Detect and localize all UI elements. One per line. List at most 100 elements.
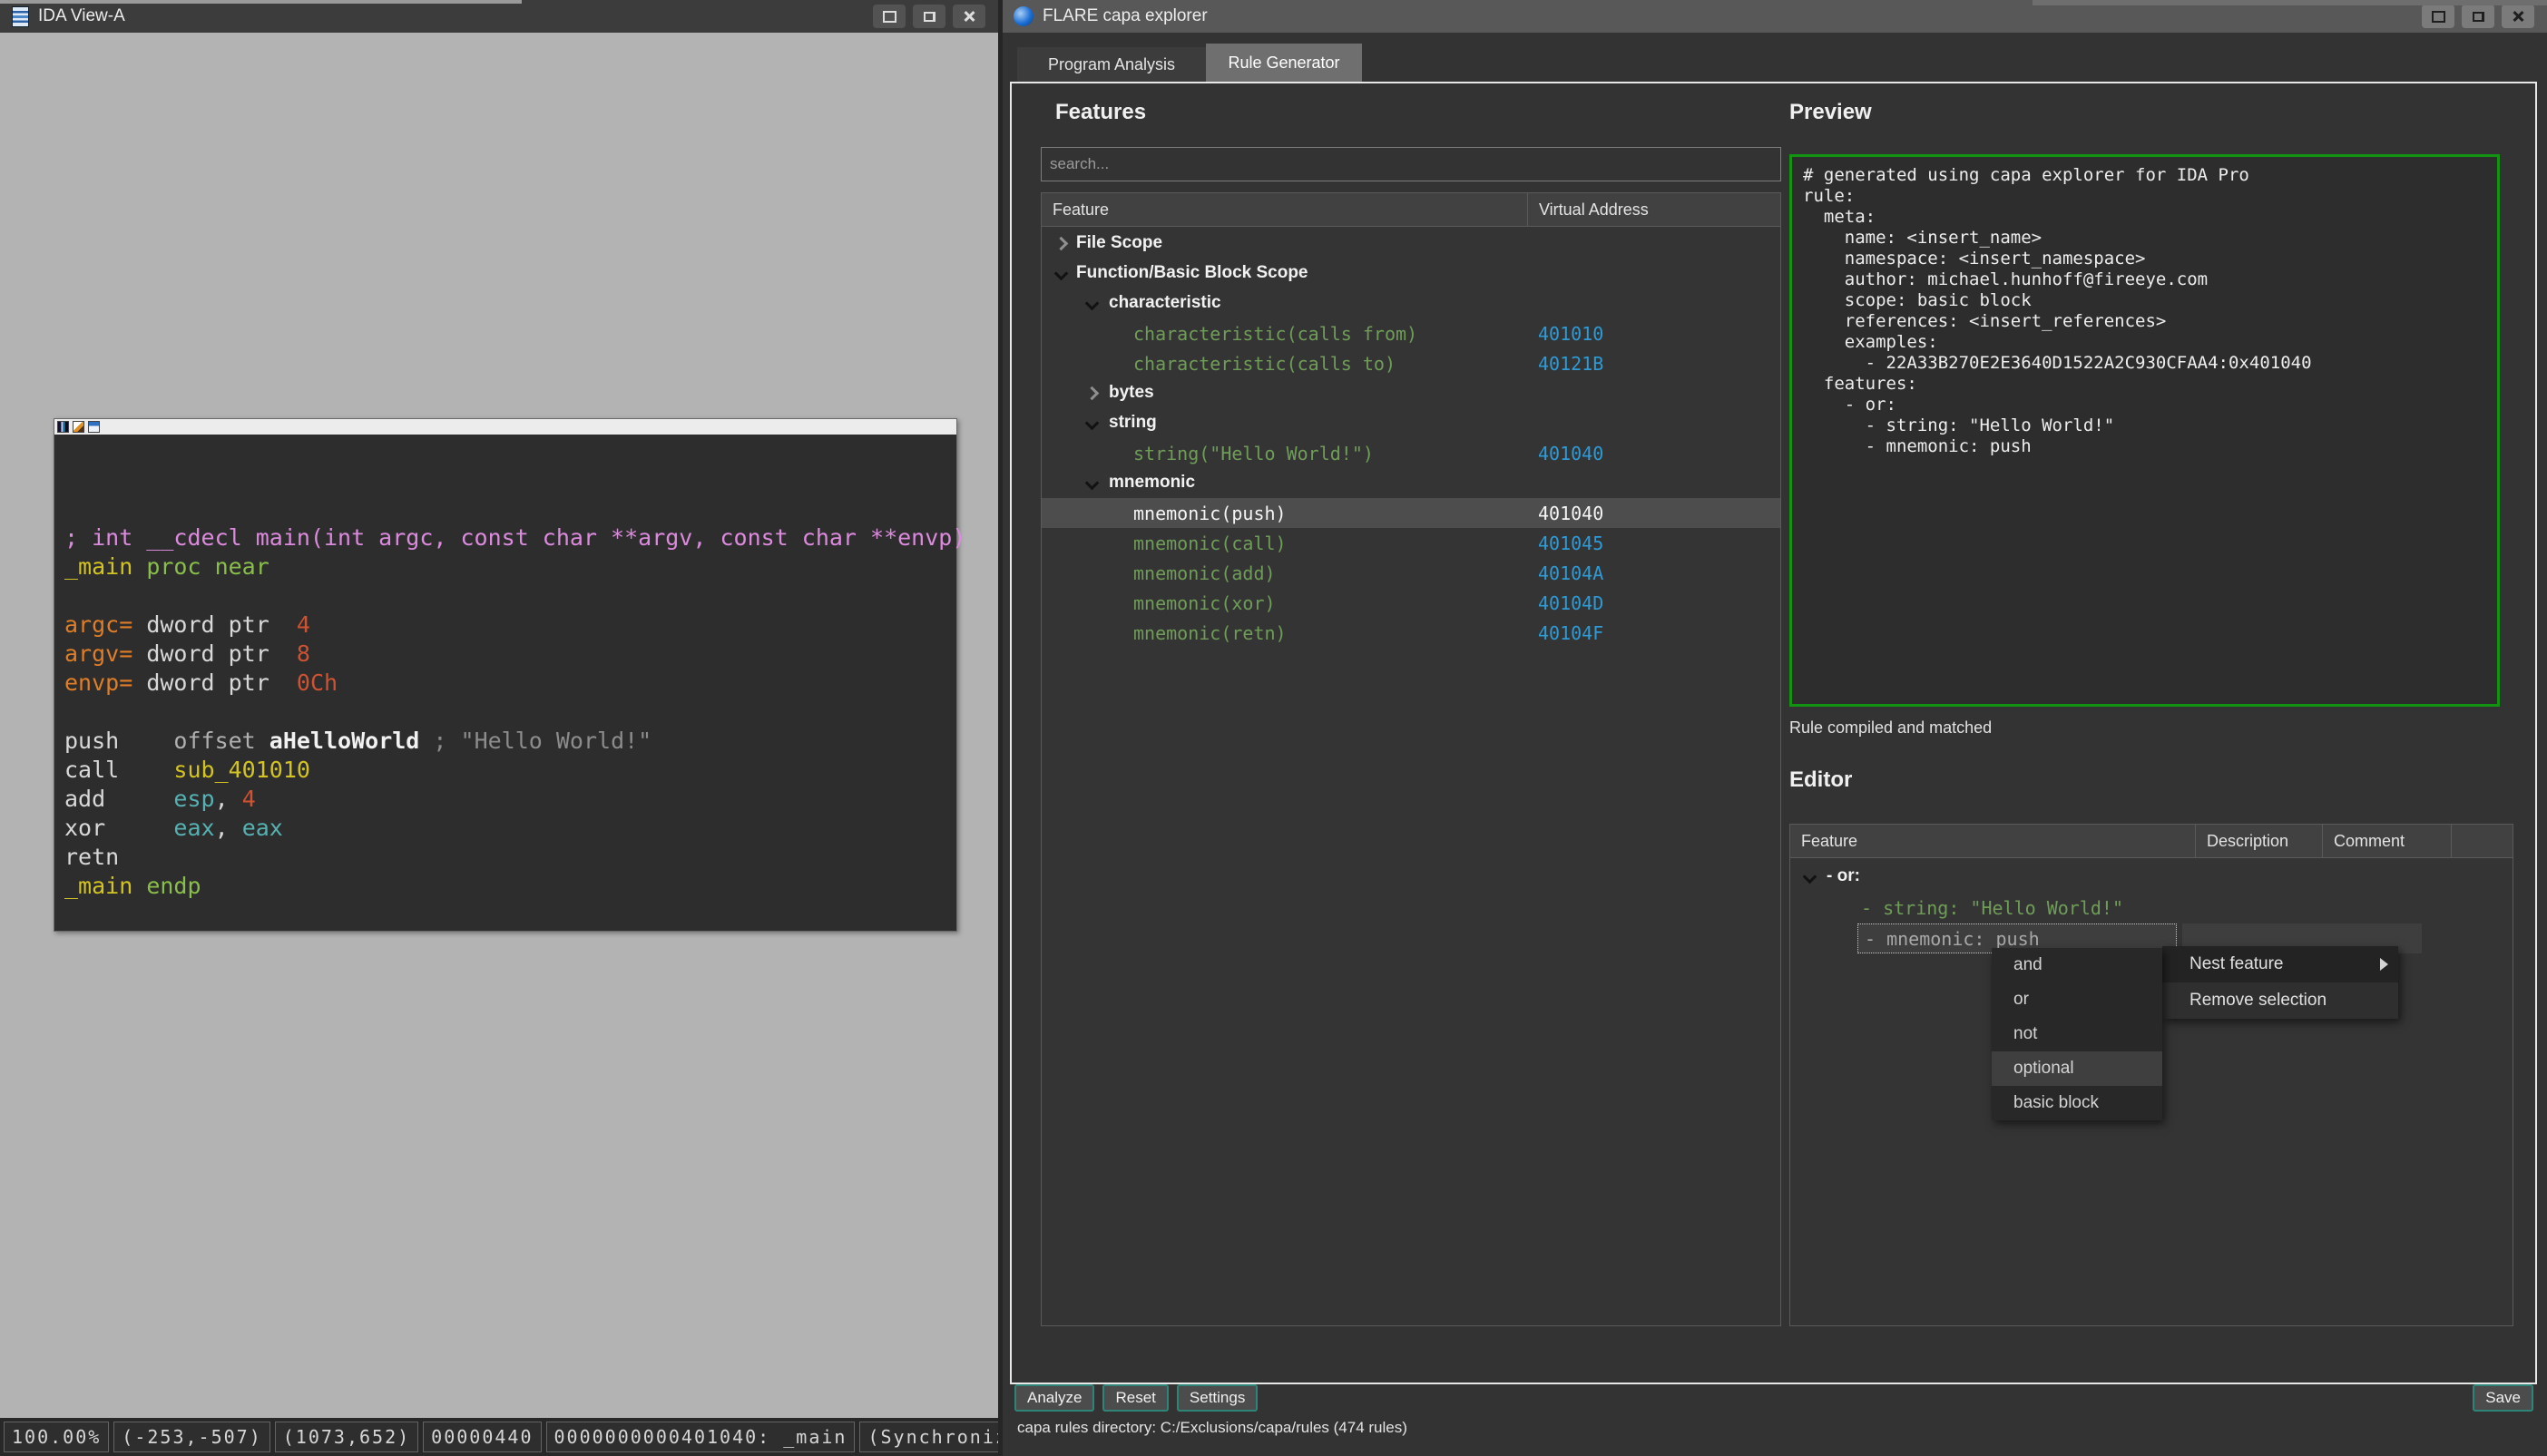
code-token: argc= xyxy=(64,611,132,638)
code-line[interactable]: envp= dword ptr 0Ch xyxy=(64,669,956,698)
feature-row-characteristic[interactable]: characteristic xyxy=(1042,288,1780,318)
save-button[interactable]: Save xyxy=(2473,1384,2533,1412)
column-header-feature[interactable]: Feature xyxy=(1042,193,1527,226)
editor-label: - mnemonic: push xyxy=(1865,928,2040,950)
menu-item-not[interactable]: not xyxy=(1992,1017,2162,1051)
analyze-button[interactable]: Analyze xyxy=(1014,1384,1094,1412)
feature-row-mnemonic-add[interactable]: mnemonic(add)40104A xyxy=(1042,558,1780,588)
code-token: ; "Hello World!" xyxy=(419,728,651,754)
feature-row-mnemonic[interactable]: mnemonic xyxy=(1042,468,1780,498)
feature-label: Function/Basic Block Scope xyxy=(1076,263,1308,283)
capa-explorer-window: FLARE capa explorer Program Analysis Rul… xyxy=(1003,0,2547,1456)
chevron-down-icon[interactable] xyxy=(1085,476,1100,491)
menu-item-basic-block[interactable]: basic block xyxy=(1992,1086,2162,1120)
chevron-down-icon[interactable] xyxy=(1085,297,1100,311)
column-header-virtual-address[interactable]: Virtual Address xyxy=(1527,193,1780,226)
column-header-description[interactable]: Description xyxy=(2195,825,2322,857)
action-buttons: Analyze Reset Settings xyxy=(1014,1384,1258,1412)
cascade-button[interactable] xyxy=(2462,5,2494,28)
rules-directory-status: capa rules directory: C:/Exclusions/capa… xyxy=(1017,1419,1407,1437)
column-header-comment[interactable]: Comment xyxy=(2322,825,2451,857)
feature-row-mnemonic-push[interactable]: mnemonic(push)401040 xyxy=(1042,498,1780,528)
status-segment: (1073,652) xyxy=(275,1422,418,1452)
ida-titlebar[interactable]: IDA View-A xyxy=(0,0,998,33)
code-line[interactable]: push offset aHelloWorld ; "Hello World!" xyxy=(64,727,956,756)
code-line[interactable]: argc= dword ptr 4 xyxy=(64,611,956,640)
column-header-feature[interactable]: Feature xyxy=(1790,825,2195,857)
code-line[interactable]: _main proc near xyxy=(64,552,956,581)
capa-window-title: FLARE capa explorer xyxy=(1043,6,1208,26)
chevron-down-icon[interactable] xyxy=(1085,416,1100,431)
feature-row-string[interactable]: string xyxy=(1042,408,1780,438)
feature-row-file-scope[interactable]: File Scope xyxy=(1042,229,1780,259)
code-line[interactable]: xor eax, eax xyxy=(64,814,956,843)
code-line[interactable]: argv= dword ptr 8 xyxy=(64,640,956,669)
rule-line: examples: xyxy=(1803,332,2497,353)
chevron-right-icon[interactable] xyxy=(1054,237,1069,251)
disassembly-box[interactable]: ; int __cdecl main(int argc, const char … xyxy=(54,418,957,932)
feature-row-characteristic-calls-from[interactable]: characteristic(calls from)401010 xyxy=(1042,318,1780,348)
editor-row-string-hello-world[interactable]: - string: "Hello World!" xyxy=(1790,893,2513,923)
feature-row-mnemonic-call[interactable]: mnemonic(call)401045 xyxy=(1042,528,1780,558)
tab-program-analysis[interactable]: Program Analysis xyxy=(1017,47,1206,82)
disassembly-listing[interactable]: ; int __cdecl main(int argc, const char … xyxy=(54,435,956,901)
settings-button[interactable]: Settings xyxy=(1177,1384,1258,1412)
code-line[interactable]: _main endp xyxy=(64,872,956,901)
feature-label: mnemonic(call) xyxy=(1133,533,1287,554)
chevron-down-icon[interactable] xyxy=(1803,870,1817,884)
code-token: esp xyxy=(173,786,214,812)
ida-statusbar: 100.00%(-253,-507)(1073,652)000004400000… xyxy=(0,1418,998,1456)
editor-row-or[interactable]: - or: xyxy=(1790,862,2513,893)
close-button[interactable] xyxy=(953,5,985,28)
reset-button[interactable]: Reset xyxy=(1102,1384,1168,1412)
code-token: ; int __cdecl main(int argc, const char … xyxy=(64,524,965,551)
ida-view-canvas[interactable]: ; int __cdecl main(int argc, const char … xyxy=(0,33,998,1418)
cascade-button[interactable] xyxy=(913,5,945,28)
feature-row-bytes[interactable]: bytes xyxy=(1042,378,1780,408)
code-token: eax xyxy=(242,815,283,841)
code-line[interactable] xyxy=(64,698,956,727)
menu-item-remove-selection[interactable]: Remove selection xyxy=(2162,982,2398,1019)
editor-heading: Editor xyxy=(1789,767,1852,793)
menu-item-optional[interactable]: optional xyxy=(1992,1051,2162,1086)
search-input[interactable] xyxy=(1041,147,1781,181)
ida-window-title: IDA View-A xyxy=(38,6,125,26)
virtual-address: 40104A xyxy=(1538,562,1603,584)
code-line[interactable] xyxy=(64,581,956,611)
code-token: proc near xyxy=(146,553,269,580)
tab-rule-generator[interactable]: Rule Generator xyxy=(1206,44,1362,82)
close-button[interactable] xyxy=(2502,5,2534,28)
features-table-header: Feature Virtual Address xyxy=(1042,193,1780,227)
feature-row-characteristic-calls-to[interactable]: characteristic(calls to)40121B xyxy=(1042,348,1780,378)
chevron-down-icon[interactable] xyxy=(1054,267,1069,281)
rule-status-text: Rule compiled and matched xyxy=(1789,718,1992,738)
rule-preview-editor[interactable]: # generated using capa explorer for IDA … xyxy=(1789,154,2500,707)
code-token: 0Ch xyxy=(297,669,338,696)
menu-item-or[interactable]: or xyxy=(1992,982,2162,1017)
feature-row-function-basic-block-scope[interactable]: Function/Basic Block Scope xyxy=(1042,259,1780,288)
feature-row-mnemonic-xor[interactable]: mnemonic(xor)40104D xyxy=(1042,588,1780,618)
feature-label: string("Hello World!") xyxy=(1133,443,1374,464)
rule-line: meta: xyxy=(1803,207,2497,228)
feature-label: string xyxy=(1109,413,1157,433)
chevron-right-icon[interactable] xyxy=(1085,386,1100,401)
code-line[interactable]: retn xyxy=(64,843,956,872)
code-token: 4 xyxy=(242,786,256,812)
code-line[interactable]: call sub_401010 xyxy=(64,756,956,785)
feature-row-string-hello-world[interactable]: string("Hello World!")401040 xyxy=(1042,438,1780,468)
code-line[interactable]: add esp, 4 xyxy=(64,785,956,814)
rule-line: scope: basic block xyxy=(1803,290,2497,311)
status-segment: 100.00% xyxy=(4,1422,109,1452)
code-token: envp= xyxy=(64,669,132,696)
features-heading: Features xyxy=(1055,100,1146,125)
code-line[interactable]: ; int __cdecl main(int argc, const char … xyxy=(64,523,956,552)
menu-item-and[interactable]: and xyxy=(1992,948,2162,982)
status-segment: (Synchronized with Hex xyxy=(859,1422,998,1452)
feature-row-mnemonic-retn[interactable]: mnemonic(retn)40104F xyxy=(1042,618,1780,648)
rule-line: - 22A33B270E2E3640D1522A2C930CFAA4:0x401… xyxy=(1803,353,2497,374)
restore-button[interactable] xyxy=(873,5,906,28)
disassembly-mini-icon xyxy=(57,421,69,433)
rule-line: name: <insert_name> xyxy=(1803,228,2497,249)
restore-button[interactable] xyxy=(2422,5,2454,28)
menu-item-nest-feature[interactable]: Nest feature xyxy=(2162,946,2398,982)
